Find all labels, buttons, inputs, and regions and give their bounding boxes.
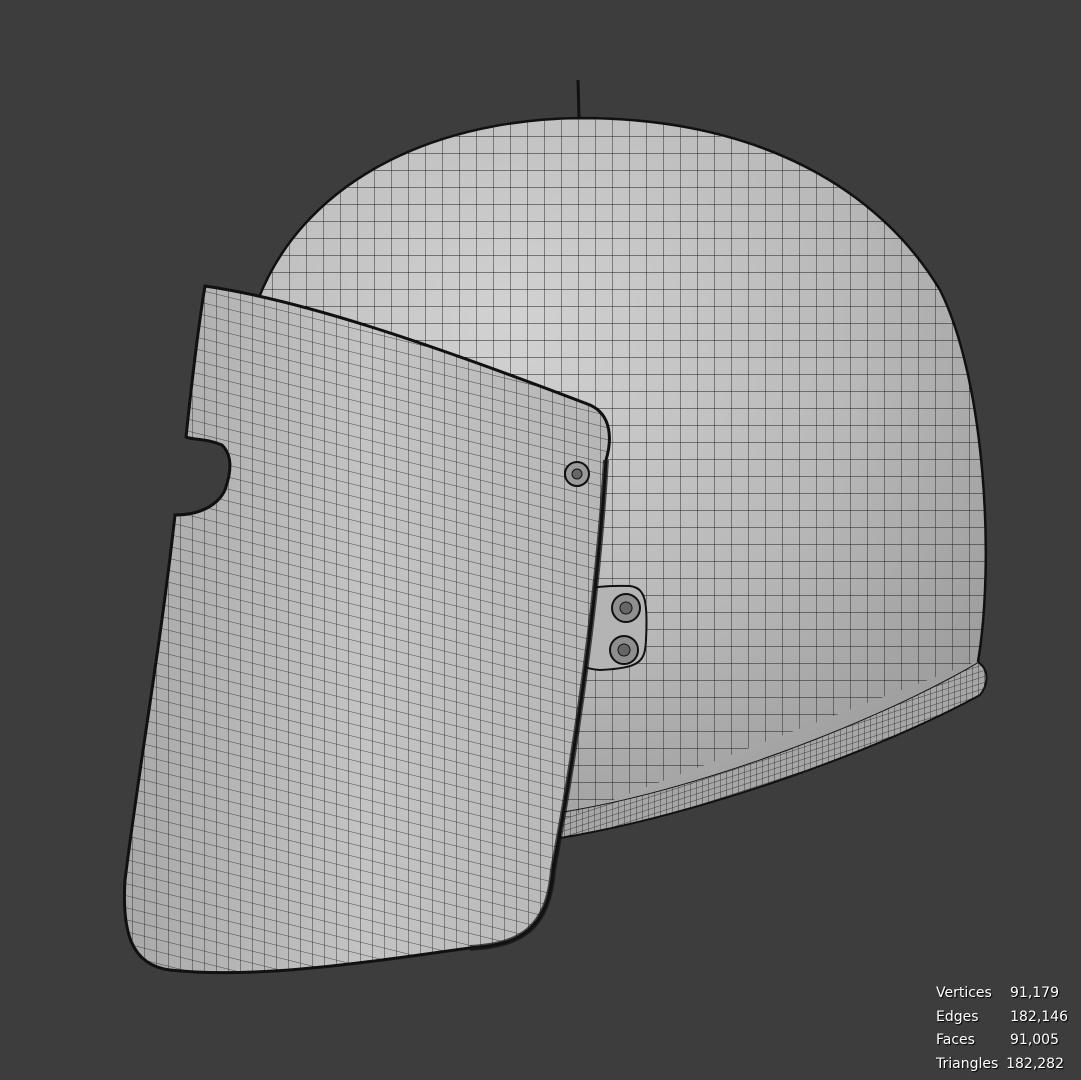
stat-row-triangles: Triangles 182,282	[936, 1053, 1076, 1077]
stat-label: Faces	[936, 1032, 975, 1048]
top-spike	[576, 79, 581, 119]
stat-label: Edges	[936, 1008, 979, 1025]
3d-viewport[interactable]: Vertices 91,179 Edges 182,146 Faces 91,0…	[0, 0, 1081, 1080]
stat-row-edges: Edges 182,146	[936, 1006, 1076, 1030]
stat-value: 91,179	[1010, 985, 1059, 1001]
scene-statistics-overlay: Vertices 91,179 Edges 182,146 Faces 91,0…	[936, 982, 1076, 1076]
helmet-mesh[interactable]	[0, 0, 1081, 1080]
stat-value: 182,146	[1010, 1008, 1068, 1025]
stat-value: 91,005	[1010, 1032, 1059, 1048]
stat-value: 182,282	[1006, 1055, 1064, 1072]
stat-label: Triangles	[936, 1055, 999, 1072]
stat-label: Vertices	[936, 985, 992, 1001]
stat-row-faces: Faces 91,005	[936, 1029, 1076, 1053]
stat-row-vertices: Vertices 91,179	[936, 982, 1076, 1006]
